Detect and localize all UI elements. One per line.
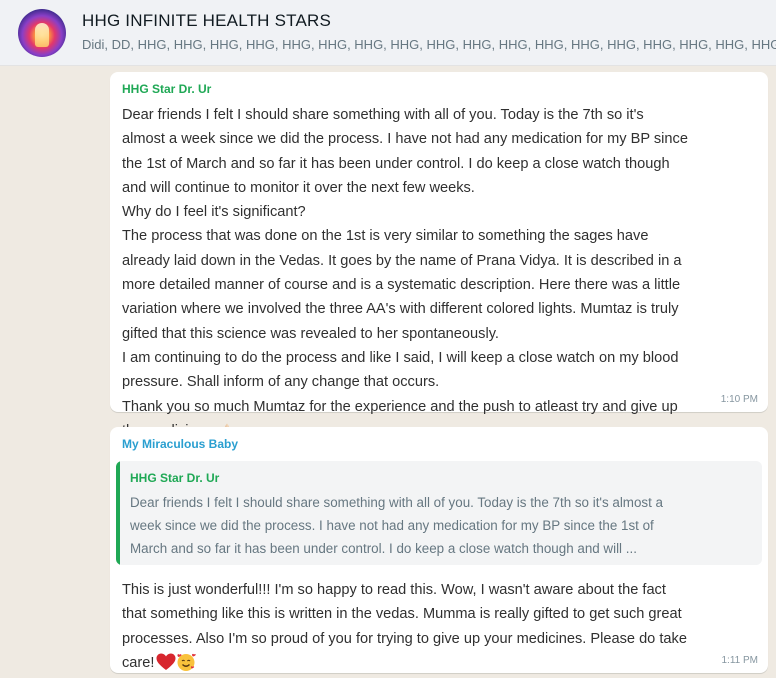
message-text: This is just wonderful!!! I'm so happy t… [122,578,756,675]
message-time: 1:11 PM [721,655,759,666]
message-bubble[interactable]: HHG Star Dr. Ur Dear friends I felt I sh… [110,72,768,439]
message-line: The process that was done on the 1st is … [122,228,649,245]
quoted-text: Dear friends I felt I should share somet… [130,491,752,560]
message-line: Why do I feel it's significant? [122,204,306,221]
message-line: I am continuing to do the process and li… [122,349,679,366]
message-line: processes. Also I'm so proud of you for … [122,630,687,647]
message-line: more detailed manner of course and is a … [122,277,681,294]
quoted-sender: HHG Star Dr. Ur [130,471,220,485]
chat-header[interactable]: HHG INFINITE HEALTH STARS Didi, DD, HHG,… [0,0,776,66]
message-line: that something like this is written in t… [122,606,682,623]
message-line-text: care! [122,654,155,671]
message-sender[interactable]: HHG Star Dr. Ur [122,82,211,96]
quoted-line: March and so far it has been under contr… [130,541,637,556]
smiling-face-with-hearts-emoji [177,653,197,671]
quoted-message[interactable]: HHG Star Dr. Ur Dear friends I felt I sh… [116,461,762,565]
group-title[interactable]: HHG INFINITE HEALTH STARS [82,11,331,31]
quoted-line: week since we did the process. I have no… [130,518,654,533]
message-line: variation where we involved the three AA… [122,301,679,318]
message-bubble[interactable]: My Miraculous Baby HHG Star Dr. Ur Dear … [110,427,768,673]
message-line: gifted that this science was revealed to… [122,325,499,342]
message-line: already laid down in the Vedas. It goes … [122,252,682,269]
message-line: This is just wonderful!!! I'm so happy t… [122,582,666,598]
message-line: Thank you so much Mumtaz for the experie… [122,398,678,415]
message-line: the 1st of March and so far it has been … [122,155,670,172]
quoted-line: Dear friends I felt I should share somet… [130,495,663,510]
message-sender[interactable]: My Miraculous Baby [122,437,238,451]
message-line: care! [122,651,756,675]
message-line: pressure. Shall inform of any change tha… [122,374,440,391]
avatar-figure [35,23,49,47]
message-line: almost a week since we did the process. … [122,131,688,148]
group-members: Didi, DD, HHG, HHG, HHG, HHG, HHG, HHG, … [82,37,776,52]
message-text: Dear friends I felt I should share somet… [122,103,756,443]
message-time: 1:10 PM [720,394,758,405]
message-line: and will continue to monitor it over the… [122,179,475,196]
group-avatar[interactable] [18,9,66,57]
message-line: Dear friends I felt I should share somet… [122,107,644,123]
red-heart-emoji [156,653,176,670]
quote-bar [116,461,120,565]
